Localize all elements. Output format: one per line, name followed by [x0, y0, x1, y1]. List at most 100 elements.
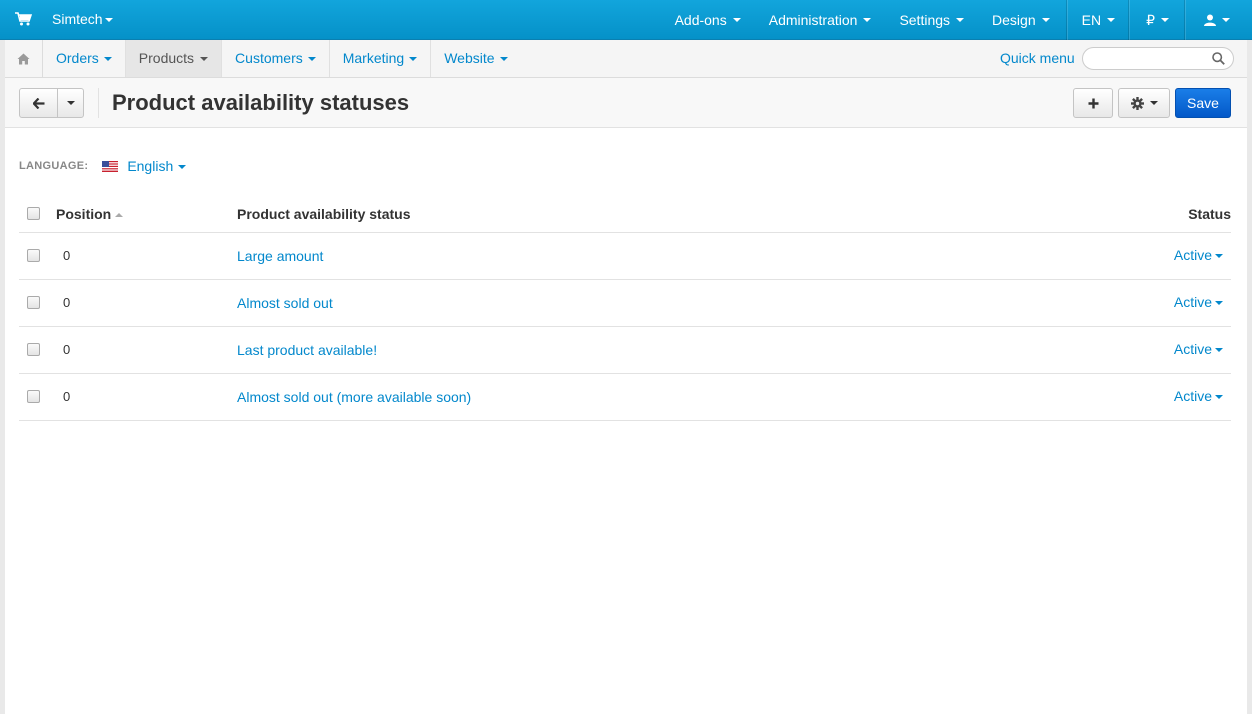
- row-checkbox[interactable]: [27, 249, 40, 262]
- chevron-down-icon: [200, 57, 209, 62]
- divider: [98, 88, 99, 118]
- search-box: [1082, 47, 1234, 70]
- select-all-checkbox[interactable]: [27, 207, 40, 220]
- chevron-down-icon: [1215, 301, 1223, 306]
- row-checkbox[interactable]: [27, 343, 40, 356]
- chevron-down-icon: [307, 57, 316, 62]
- page-title: Product availability statuses: [112, 90, 410, 115]
- chevron-down-icon: [1041, 18, 1050, 22]
- chevron-down-icon: [1161, 18, 1169, 22]
- chevron-down-icon: [104, 18, 113, 23]
- status-value: Active: [1173, 294, 1212, 310]
- header-label: Position: [56, 206, 112, 222]
- chevron-down-icon: [103, 57, 112, 62]
- nav-label: Products: [138, 50, 195, 66]
- table-row: 0 Last product available! Active: [19, 327, 1231, 374]
- row-checkbox[interactable]: [27, 390, 40, 403]
- chevron-down-icon: [178, 165, 187, 170]
- search-icon[interactable]: [1212, 52, 1225, 65]
- nav-customers[interactable]: Customers: [222, 40, 330, 77]
- menu-settings[interactable]: Settings: [885, 0, 978, 40]
- nav-label: Marketing: [342, 50, 405, 66]
- position-value[interactable]: 0: [63, 389, 70, 404]
- status-column-header: Status: [1188, 206, 1231, 222]
- row-checkbox[interactable]: [27, 296, 40, 309]
- add-status-button[interactable]: [1073, 88, 1113, 118]
- chevron-down-icon: [863, 18, 872, 22]
- position-value[interactable]: 0: [63, 295, 70, 310]
- language-dropdown[interactable]: English: [127, 158, 187, 174]
- position-value[interactable]: 0: [63, 248, 70, 263]
- chevron-down-icon: [1149, 101, 1158, 105]
- position-value[interactable]: 0: [63, 342, 70, 357]
- table-row: 0 Almost sold out Active: [19, 280, 1231, 327]
- store-selector[interactable]: Simtech: [52, 11, 113, 27]
- nav-marketing[interactable]: Marketing: [330, 40, 432, 77]
- nav-website[interactable]: Website: [431, 40, 520, 77]
- position-column-header[interactable]: Position: [56, 206, 124, 222]
- chevron-down-icon: [1215, 348, 1223, 353]
- menu-add-ons[interactable]: Add-ons: [661, 0, 755, 40]
- nav-label: Customers: [235, 50, 303, 66]
- menu-label: Administration: [768, 12, 858, 28]
- quick-menu-link[interactable]: Quick menu: [1000, 50, 1075, 66]
- language-label: LANGUAGE:: [19, 160, 89, 172]
- language-row: LANGUAGE: English: [19, 158, 187, 174]
- name-column-header: Product availability status: [237, 206, 411, 222]
- status-name-link[interactable]: Almost sold out: [237, 295, 333, 311]
- chevron-down-icon: [956, 18, 965, 22]
- page-toolbar: Product availability statuses Save: [5, 78, 1247, 128]
- menu-label: Settings: [899, 12, 951, 28]
- language-value: English: [127, 158, 174, 174]
- sort-asc-icon: [115, 213, 124, 218]
- settings-dropdown-button[interactable]: [1118, 88, 1170, 118]
- currency-symbol: ₽: [1146, 12, 1155, 28]
- chevron-down-icon: [66, 101, 75, 105]
- status-dropdown[interactable]: Active: [1174, 388, 1223, 404]
- status-name-link[interactable]: Almost sold out (more available soon): [237, 389, 471, 405]
- top-menu: Add-ons Administration Settings Design E…: [661, 0, 1252, 40]
- chevron-down-icon: [409, 57, 418, 62]
- language-code: EN: [1081, 12, 1102, 28]
- chevron-down-icon: [1215, 395, 1223, 400]
- home-icon: [17, 53, 30, 64]
- status-dropdown[interactable]: Active: [1174, 247, 1223, 263]
- cart-icon[interactable]: [14, 11, 32, 27]
- menu-administration[interactable]: Administration: [755, 0, 886, 40]
- menu-label: Add-ons: [674, 12, 727, 28]
- status-name-link[interactable]: Large amount: [237, 248, 323, 264]
- user-menu[interactable]: [1184, 0, 1252, 40]
- menu-label: Design: [992, 12, 1036, 28]
- nav-products[interactable]: Products: [125, 40, 223, 77]
- language-menu[interactable]: EN: [1065, 0, 1128, 40]
- home-button[interactable]: [5, 40, 43, 77]
- back-dropdown-button[interactable]: [57, 88, 84, 118]
- arrow-left-icon: [32, 97, 44, 109]
- chevron-down-icon: [732, 18, 741, 22]
- status-value: Active: [1173, 388, 1212, 404]
- us-flag-icon: [102, 160, 119, 172]
- chevron-down-icon: [1222, 18, 1230, 22]
- top-bar: Simtech Add-ons Administration Settings …: [0, 0, 1252, 40]
- status-dropdown[interactable]: Active: [1174, 294, 1223, 310]
- user-icon: [1204, 14, 1216, 26]
- content-panel: Product availability statuses Save LANGU…: [5, 78, 1247, 714]
- search-input[interactable]: [1093, 48, 1213, 69]
- table-header: Position Product availability status Sta…: [19, 195, 1231, 233]
- status-dropdown[interactable]: Active: [1174, 341, 1223, 357]
- gear-icon: [1130, 96, 1144, 110]
- nav-label: Website: [444, 50, 495, 66]
- chevron-down-icon: [1107, 18, 1116, 22]
- save-button[interactable]: Save: [1175, 88, 1231, 118]
- table-row: 0 Large amount Active: [19, 233, 1231, 280]
- nav-orders[interactable]: Orders: [43, 40, 126, 77]
- menu-design[interactable]: Design: [978, 0, 1066, 40]
- store-name: Simtech: [52, 11, 103, 27]
- back-button[interactable]: [19, 88, 58, 118]
- status-value: Active: [1173, 247, 1212, 263]
- chevron-down-icon: [1215, 254, 1223, 259]
- main-nav: Orders Products Customers Marketing Webs…: [5, 40, 1247, 78]
- nav-label: Orders: [56, 50, 99, 66]
- currency-menu[interactable]: ₽: [1128, 0, 1184, 40]
- status-name-link[interactable]: Last product available!: [237, 342, 377, 358]
